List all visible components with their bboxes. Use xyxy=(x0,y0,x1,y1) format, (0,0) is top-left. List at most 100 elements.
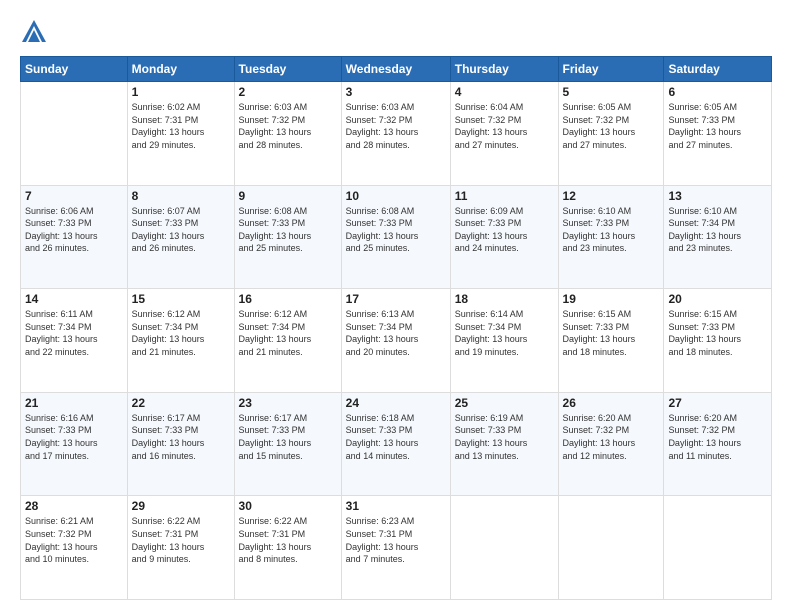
calendar-table: SundayMondayTuesdayWednesdayThursdayFrid… xyxy=(20,56,772,600)
day-cell: 20 Sunrise: 6:15 AMSunset: 7:33 PMDayligh… xyxy=(664,289,772,393)
day-info: Sunrise: 6:05 AMSunset: 7:32 PMDaylight:… xyxy=(563,101,660,151)
day-cell: 14 Sunrise: 6:11 AMSunset: 7:34 PMDayligh… xyxy=(21,289,128,393)
day-cell xyxy=(21,82,128,186)
day-info: Sunrise: 6:04 AMSunset: 7:32 PMDaylight:… xyxy=(455,101,554,151)
day-number: 25 xyxy=(455,396,554,410)
day-number: 23 xyxy=(239,396,337,410)
day-cell: 13Sunrise: 6:10 AMSunset: 7:34 PMDayligh… xyxy=(664,185,772,289)
day-info: Sunrise: 6:18 AMSunset: 7:33 PMDaylight:… xyxy=(346,412,446,462)
day-cell: 10Sunrise: 6:08 AMSunset: 7:33 PMDayligh… xyxy=(341,185,450,289)
day-cell: 17 Sunrise: 6:13 AMSunset: 7:34 PMDayligh… xyxy=(341,289,450,393)
header-saturday: Saturday xyxy=(664,57,772,82)
day-cell: 24 Sunrise: 6:18 AMSunset: 7:33 PMDayligh… xyxy=(341,392,450,496)
day-info: Sunrise: 6:12 AMSunset: 7:34 PMDaylight:… xyxy=(132,308,230,358)
day-number: 31 xyxy=(346,499,446,513)
day-info: Sunrise: 6:19 AMSunset: 7:33 PMDaylight:… xyxy=(455,412,554,462)
day-cell: 8Sunrise: 6:07 AMSunset: 7:33 PMDaylight… xyxy=(127,185,234,289)
header xyxy=(20,18,772,46)
day-number: 24 xyxy=(346,396,446,410)
day-cell xyxy=(450,496,558,600)
day-number: 15 xyxy=(132,292,230,306)
day-cell: 27 Sunrise: 6:20 AMSunset: 7:32 PMDayligh… xyxy=(664,392,772,496)
week-row-5: 28 Sunrise: 6:21 AMSunset: 7:32 PMDayligh… xyxy=(21,496,772,600)
day-number: 18 xyxy=(455,292,554,306)
day-info: Sunrise: 6:14 AMSunset: 7:34 PMDaylight:… xyxy=(455,308,554,358)
day-info: Sunrise: 6:08 AMSunset: 7:33 PMDaylight:… xyxy=(239,205,337,255)
day-info: Sunrise: 6:22 AMSunset: 7:31 PMDaylight:… xyxy=(132,515,230,565)
day-cell: 16Sunrise: 6:12 AMSunset: 7:34 PMDayligh… xyxy=(234,289,341,393)
day-info: Sunrise: 6:03 AMSunset: 7:32 PMDaylight:… xyxy=(239,101,337,151)
page: SundayMondayTuesdayWednesdayThursdayFrid… xyxy=(0,0,792,612)
header-tuesday: Tuesday xyxy=(234,57,341,82)
week-row-3: 14 Sunrise: 6:11 AMSunset: 7:34 PMDayligh… xyxy=(21,289,772,393)
day-number: 16 xyxy=(239,292,337,306)
day-info: Sunrise: 6:23 AMSunset: 7:31 PMDaylight:… xyxy=(346,515,446,565)
day-number: 11 xyxy=(455,189,554,203)
day-number: 22 xyxy=(132,396,230,410)
day-info: Sunrise: 6:20 AMSunset: 7:32 PMDaylight:… xyxy=(668,412,767,462)
day-cell: 6 Sunrise: 6:05 AMSunset: 7:33 PMDaylight… xyxy=(664,82,772,186)
day-info: Sunrise: 6:22 AMSunset: 7:31 PMDaylight:… xyxy=(239,515,337,565)
day-cell: 5 Sunrise: 6:05 AMSunset: 7:32 PMDaylight… xyxy=(558,82,664,186)
logo xyxy=(20,18,52,46)
day-number: 10 xyxy=(346,189,446,203)
day-number: 28 xyxy=(25,499,123,513)
day-cell: 12Sunrise: 6:10 AMSunset: 7:33 PMDayligh… xyxy=(558,185,664,289)
day-cell: 3Sunrise: 6:03 AMSunset: 7:32 PMDaylight… xyxy=(341,82,450,186)
day-number: 2 xyxy=(239,85,337,99)
logo-icon xyxy=(20,18,48,46)
day-info: Sunrise: 6:09 AMSunset: 7:33 PMDaylight:… xyxy=(455,205,554,255)
day-info: Sunrise: 6:02 AMSunset: 7:31 PMDaylight:… xyxy=(132,101,230,151)
day-number: 6 xyxy=(668,85,767,99)
day-info: Sunrise: 6:07 AMSunset: 7:33 PMDaylight:… xyxy=(132,205,230,255)
day-number: 1 xyxy=(132,85,230,99)
day-cell: 2 Sunrise: 6:03 AMSunset: 7:32 PMDaylight… xyxy=(234,82,341,186)
header-thursday: Thursday xyxy=(450,57,558,82)
day-number: 21 xyxy=(25,396,123,410)
day-number: 3 xyxy=(346,85,446,99)
day-number: 19 xyxy=(563,292,660,306)
day-info: Sunrise: 6:21 AMSunset: 7:32 PMDaylight:… xyxy=(25,515,123,565)
day-cell: 18 Sunrise: 6:14 AMSunset: 7:34 PMDayligh… xyxy=(450,289,558,393)
header-wednesday: Wednesday xyxy=(341,57,450,82)
day-info: Sunrise: 6:15 AMSunset: 7:33 PMDaylight:… xyxy=(563,308,660,358)
day-info: Sunrise: 6:06 AMSunset: 7:33 PMDaylight:… xyxy=(25,205,123,255)
day-number: 14 xyxy=(25,292,123,306)
day-number: 29 xyxy=(132,499,230,513)
day-number: 9 xyxy=(239,189,337,203)
day-info: Sunrise: 6:15 AMSunset: 7:33 PMDaylight:… xyxy=(668,308,767,358)
day-info: Sunrise: 6:13 AMSunset: 7:34 PMDaylight:… xyxy=(346,308,446,358)
calendar-header-row: SundayMondayTuesdayWednesdayThursdayFrid… xyxy=(21,57,772,82)
day-info: Sunrise: 6:16 AMSunset: 7:33 PMDaylight:… xyxy=(25,412,123,462)
week-row-4: 21 Sunrise: 6:16 AMSunset: 7:33 PMDayligh… xyxy=(21,392,772,496)
day-cell: 28 Sunrise: 6:21 AMSunset: 7:32 PMDayligh… xyxy=(21,496,128,600)
day-cell xyxy=(558,496,664,600)
day-cell: 29 Sunrise: 6:22 AMSunset: 7:31 PMDayligh… xyxy=(127,496,234,600)
day-info: Sunrise: 6:17 AMSunset: 7:33 PMDaylight:… xyxy=(132,412,230,462)
day-cell: 30Sunrise: 6:22 AMSunset: 7:31 PMDayligh… xyxy=(234,496,341,600)
day-cell: 1 Sunrise: 6:02 AMSunset: 7:31 PMDaylight… xyxy=(127,82,234,186)
day-info: Sunrise: 6:10 AMSunset: 7:34 PMDaylight:… xyxy=(668,205,767,255)
day-number: 5 xyxy=(563,85,660,99)
day-number: 20 xyxy=(668,292,767,306)
day-cell: 25 Sunrise: 6:19 AMSunset: 7:33 PMDayligh… xyxy=(450,392,558,496)
day-cell: 4 Sunrise: 6:04 AMSunset: 7:32 PMDaylight… xyxy=(450,82,558,186)
header-sunday: Sunday xyxy=(21,57,128,82)
week-row-1: 1 Sunrise: 6:02 AMSunset: 7:31 PMDaylight… xyxy=(21,82,772,186)
day-cell: 22 Sunrise: 6:17 AMSunset: 7:33 PMDayligh… xyxy=(127,392,234,496)
day-info: Sunrise: 6:05 AMSunset: 7:33 PMDaylight:… xyxy=(668,101,767,151)
day-number: 4 xyxy=(455,85,554,99)
day-cell: 15 Sunrise: 6:12 AMSunset: 7:34 PMDayligh… xyxy=(127,289,234,393)
day-number: 17 xyxy=(346,292,446,306)
day-cell: 9 Sunrise: 6:08 AMSunset: 7:33 PMDaylight… xyxy=(234,185,341,289)
day-cell xyxy=(664,496,772,600)
day-info: Sunrise: 6:20 AMSunset: 7:32 PMDaylight:… xyxy=(563,412,660,462)
week-row-2: 7 Sunrise: 6:06 AMSunset: 7:33 PMDaylight… xyxy=(21,185,772,289)
header-monday: Monday xyxy=(127,57,234,82)
header-friday: Friday xyxy=(558,57,664,82)
day-number: 27 xyxy=(668,396,767,410)
day-info: Sunrise: 6:11 AMSunset: 7:34 PMDaylight:… xyxy=(25,308,123,358)
day-cell: 11 Sunrise: 6:09 AMSunset: 7:33 PMDayligh… xyxy=(450,185,558,289)
day-cell: 23Sunrise: 6:17 AMSunset: 7:33 PMDayligh… xyxy=(234,392,341,496)
day-number: 7 xyxy=(25,189,123,203)
